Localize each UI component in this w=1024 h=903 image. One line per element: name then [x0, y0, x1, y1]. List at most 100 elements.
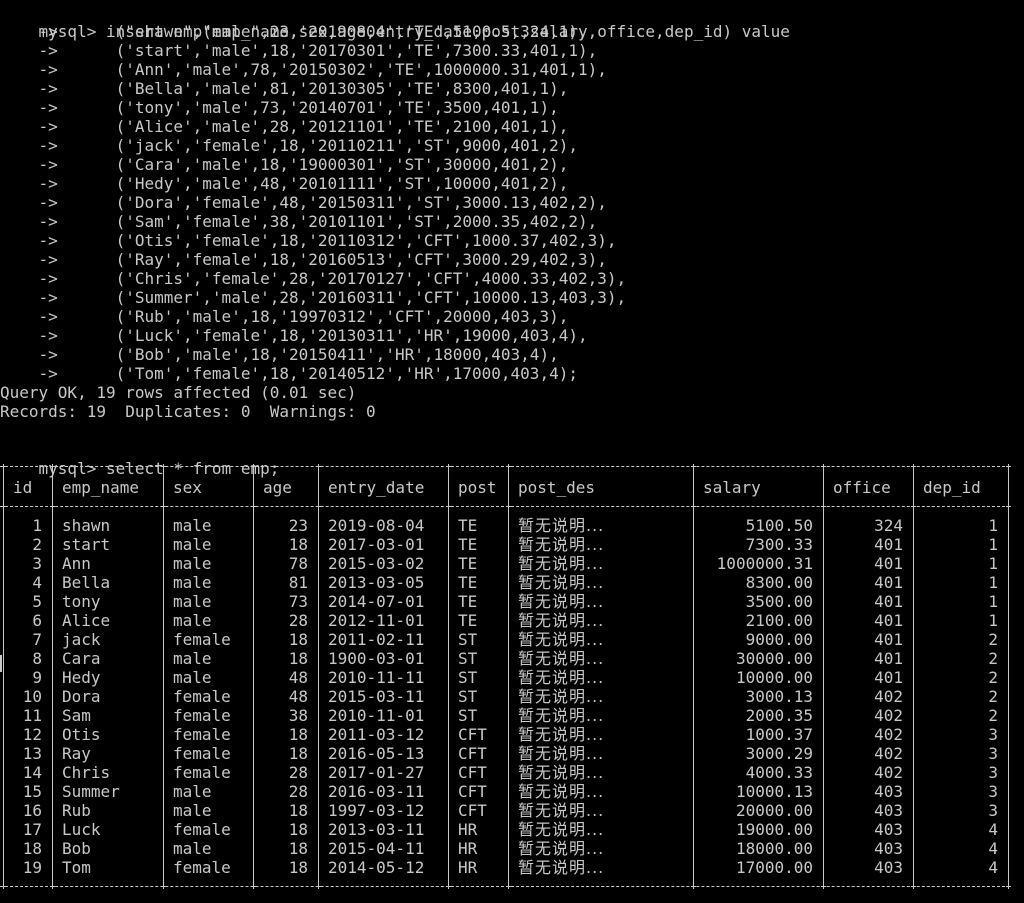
- table-cell-salary: 1000.37: [745, 725, 813, 744]
- table-column-divider: [913, 469, 914, 504]
- insert-value-line: -> ('tony','male',73,'20140701','TE',350…: [0, 98, 559, 117]
- table-column-divider: [52, 469, 53, 504]
- table-cell-entry-date: 2019-08-04: [328, 516, 425, 535]
- table-cell-sex: female: [173, 630, 231, 649]
- table-column-divider: [253, 509, 254, 884]
- table-cell-age: 28: [288, 763, 308, 782]
- table-cell-emp-name: shawn: [62, 516, 111, 535]
- insert-value-line: -> ('Summer','male',28,'20160311','CFT',…: [0, 288, 627, 307]
- table-cell-salary: 4000.33: [745, 763, 813, 782]
- continuation-prompt: ->: [0, 269, 58, 288]
- continuation-prompt: ->: [0, 174, 58, 193]
- table-cell-id: 4: [32, 573, 42, 592]
- table-cell-salary: 30000.00: [735, 649, 813, 668]
- table-cell-post-des: 暂无说明...: [518, 839, 605, 858]
- table-cell-emp-name: Summer: [62, 782, 120, 801]
- insert-value-line: -> ('Bella','male',81,'20130305','TE',83…: [0, 79, 569, 98]
- insert-value-text: ('Bella','male',81,'20130305','TE',8300,…: [115, 79, 569, 98]
- table-cell-office: 402: [874, 706, 903, 725]
- insert-value-line: -> ('Ray','female',18,'20160513','CFT',3…: [0, 250, 607, 269]
- table-cell-age: 38: [288, 706, 308, 725]
- table-cell-dep-id: 2: [988, 687, 998, 706]
- table-cell-sex: female: [173, 725, 231, 744]
- table-cell-post-des: 暂无说明...: [518, 611, 605, 630]
- insert-value-line: -> ('Alice','male',28,'20121101','TE',21…: [0, 117, 569, 136]
- continuation-prompt: ->: [0, 155, 58, 174]
- table-column-divider: [3, 469, 4, 504]
- insert-value-line: -> ('Hedy','male',48,'20101111','ST',100…: [0, 174, 569, 193]
- table-cell-sex: female: [173, 687, 231, 706]
- table-border-corner: [50, 884, 55, 889]
- table-cell-salary: 7300.33: [745, 535, 813, 554]
- mysql-prompt: mysql>: [38, 459, 97, 478]
- continuation-prompt: ->: [0, 98, 58, 117]
- table-border-corner: [161, 884, 166, 889]
- continuation-prompt: ->: [0, 22, 58, 41]
- column-header-salary: salary: [703, 478, 761, 497]
- insert-value-text: ('Tom','female',18,'20140512','HR',17000…: [115, 364, 578, 383]
- table-cell-id: 1: [32, 516, 42, 535]
- table-cell-id: 6: [32, 611, 42, 630]
- table-cell-emp-name: Sam: [62, 706, 91, 725]
- terminal-window[interactable]: mysql> insert emp(emp_name,sex,age,entry…: [0, 0, 1024, 903]
- continuation-prompt: ->: [0, 193, 58, 212]
- table-cell-post: ST: [458, 668, 478, 687]
- table-cell-post: ST: [458, 649, 478, 668]
- table-border-corner: [316, 884, 321, 889]
- table-cell-age: 48: [288, 687, 308, 706]
- table-column-divider: [318, 509, 319, 884]
- table-cell-post: ST: [458, 706, 478, 725]
- table-cell-entry-date: 2011-02-11: [328, 630, 425, 649]
- table-border-corner: [446, 884, 451, 889]
- table-cell-entry-date: 2013-03-11: [328, 820, 425, 839]
- table-cell-salary: 18000.00: [735, 839, 813, 858]
- table-cell-salary: 9000.00: [745, 630, 813, 649]
- table-column-divider: [693, 509, 694, 884]
- table-cell-entry-date: 2010-11-11: [328, 668, 425, 687]
- table-cell-id: 18: [22, 839, 42, 858]
- table-cell-post-des: 暂无说明...: [518, 592, 605, 611]
- table-cell-office: 403: [874, 801, 903, 820]
- table-cell-post-des: 暂无说明...: [518, 573, 605, 592]
- table-cell-salary: 3500.00: [745, 592, 813, 611]
- table-cell-dep-id: 1: [988, 592, 998, 611]
- table-cell-dep-id: 2: [988, 649, 998, 668]
- table-cell-post-des: 暂无说明...: [518, 801, 605, 820]
- table-cell-entry-date: 2013-03-05: [328, 573, 425, 592]
- query-ok-line: Query OK, 19 rows affected (0.01 sec): [0, 383, 357, 402]
- table-cell-post-des: 暂无说明...: [518, 858, 605, 877]
- table-cell-office: 403: [874, 858, 903, 877]
- continuation-prompt: ->: [0, 212, 58, 231]
- insert-value-line: -> ('Rub','male',18,'19970312','CFT',200…: [0, 307, 569, 326]
- table-cell-age: 18: [288, 820, 308, 839]
- table-cell-post-des: 暂无说明...: [518, 744, 605, 763]
- table-cell-post-des: 暂无说明...: [518, 668, 605, 687]
- table-cell-salary: 3000.13: [745, 687, 813, 706]
- table-cell-emp-name: Dora: [62, 687, 101, 706]
- table-column-divider: [448, 509, 449, 884]
- table-border-corner: [251, 884, 256, 889]
- table-column-divider: [163, 469, 164, 504]
- table-cell-emp-name: Otis: [62, 725, 101, 744]
- insert-value-text: ('Ray','female',18,'20160513','CFT',3000…: [115, 250, 607, 269]
- table-cell-id: 9: [32, 668, 42, 687]
- table-cell-sex: female: [173, 858, 231, 877]
- table-cell-salary: 19000.00: [735, 820, 813, 839]
- table-border-line: [0, 466, 1010, 467]
- table-border-corner: [1, 884, 6, 889]
- table-cell-emp-name: tony: [62, 592, 101, 611]
- table-cell-entry-date: 2017-01-27: [328, 763, 425, 782]
- insert-value-line: -> ('Tom','female',18,'20140512','HR',17…: [0, 364, 578, 383]
- table-column-divider: [448, 469, 449, 504]
- insert-value-text: ('Luck','female',18,'20130311','HR',1900…: [115, 326, 588, 345]
- insert-value-line: -> ('Dora','female',48,'20150311','ST',3…: [0, 193, 607, 212]
- insert-value-text: ('Chris','female',28,'20170127','CFT',40…: [115, 269, 627, 288]
- insert-value-line: -> ('start','male',18,'20170301','TE',73…: [0, 41, 598, 60]
- table-cell-entry-date: 2012-11-01: [328, 611, 425, 630]
- insert-value-text: ('Dora','female',48,'20150311','ST',3000…: [115, 193, 607, 212]
- table-cell-emp-name: Tom: [62, 858, 91, 877]
- table-border-corner: [821, 884, 826, 889]
- table-cell-post: CFT: [458, 801, 487, 820]
- table-cell-emp-name: Bob: [62, 839, 91, 858]
- column-header-post: post: [458, 478, 497, 497]
